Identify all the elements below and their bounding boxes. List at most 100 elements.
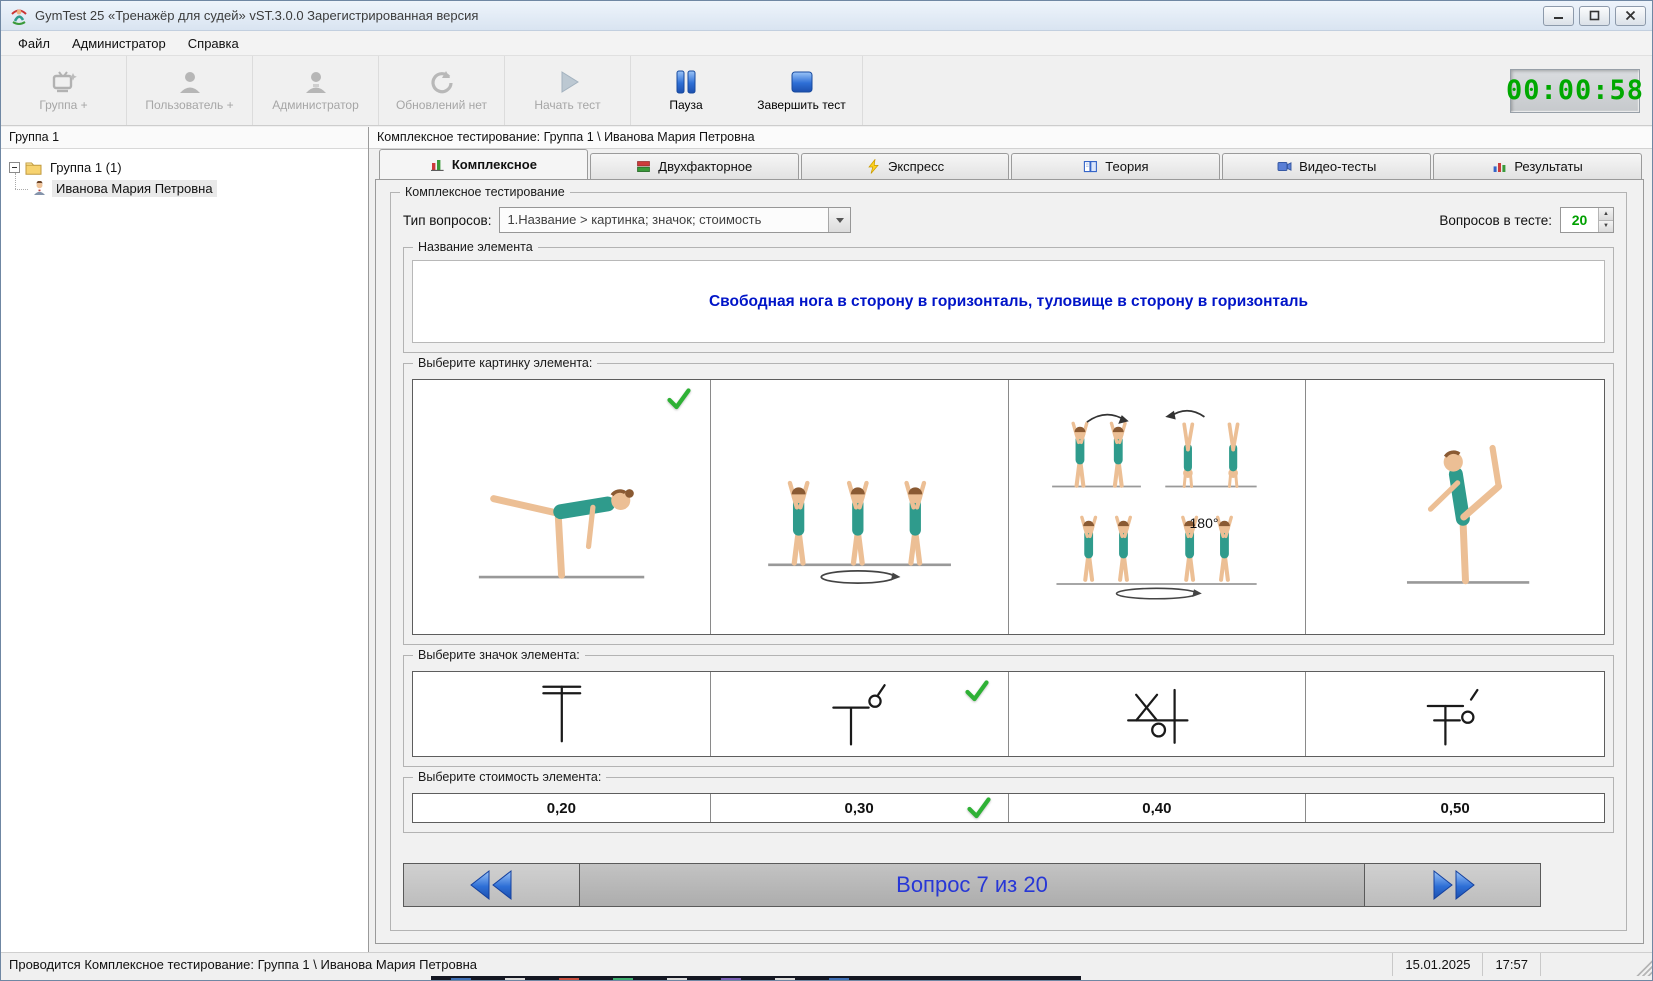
- value-option-1[interactable]: 0,20: [413, 794, 711, 822]
- resize-grip[interactable]: [1636, 953, 1652, 976]
- status-time: 17:57: [1482, 953, 1540, 976]
- app-window: GymTest 25 «Тренажёр для судей» vST.3.0.…: [0, 0, 1653, 981]
- maximize-button[interactable]: [1579, 6, 1610, 26]
- correct-check-icon: [964, 679, 990, 703]
- complex-test-icon: [430, 157, 445, 172]
- picture-options: 180°: [412, 379, 1605, 635]
- close-icon: [1625, 10, 1636, 21]
- tab-kompleksnoe[interactable]: Комплексное: [379, 149, 588, 179]
- status-filler: [1540, 953, 1636, 976]
- folder-icon: [25, 160, 42, 175]
- results-chart-icon: [1492, 159, 1507, 174]
- value-option-2[interactable]: 0,30: [711, 794, 1009, 822]
- app-icon: [9, 6, 29, 26]
- two-factor-icon: [636, 159, 651, 174]
- double-arrow-left-icon: [465, 868, 519, 902]
- main-panel: Комплексное тестирование: Группа 1 \ Ива…: [369, 127, 1652, 952]
- element-symbol-1: [521, 674, 601, 754]
- question-counter: Вопрос 7 из 20: [580, 864, 1364, 906]
- menu-administrator[interactable]: Администратор: [61, 33, 177, 54]
- user-add-button[interactable]: Пользователь +: [127, 56, 253, 125]
- picture-option-4[interactable]: [1306, 380, 1604, 634]
- picture-option-1[interactable]: [413, 380, 711, 634]
- pause-test-button[interactable]: Пауза: [631, 56, 741, 125]
- complex-testing-groupbox: Комплексное тестирование Тип вопросов: 1…: [390, 192, 1627, 931]
- spinner-up-button[interactable]: ▲: [1599, 208, 1613, 220]
- symbol-option-4[interactable]: [1306, 672, 1604, 756]
- tab-dvuhfaktornoe[interactable]: Двухфакторное: [590, 153, 799, 179]
- group-tree-panel: Группа 1 Группа 1 (1): [1, 127, 369, 952]
- user-add-icon: [177, 69, 203, 95]
- toolbar: Группа + Пользователь + Администратор Об…: [1, 56, 1652, 126]
- double-arrow-right-icon: [1426, 868, 1480, 902]
- picture-choice-groupbox: Выберите картинку элемента:: [403, 363, 1614, 645]
- question-count-spinner[interactable]: 20 ▲ ▼: [1560, 207, 1614, 233]
- picture-option-3[interactable]: 180°: [1009, 380, 1307, 634]
- gymnast-side-scale-image: [431, 388, 692, 627]
- prev-question-button[interactable]: [404, 864, 580, 906]
- tree-node-user[interactable]: Иванова Мария Петровна: [7, 178, 362, 199]
- start-test-button[interactable]: Начать тест: [505, 56, 631, 125]
- picture-option-2[interactable]: [711, 380, 1009, 634]
- play-icon: [555, 69, 581, 95]
- question-navigation: Вопрос 7 из 20: [403, 863, 1541, 907]
- rotation-degrees-label: 180°: [1190, 515, 1219, 531]
- updates-button[interactable]: Обновлений нет: [379, 56, 505, 125]
- finish-test-button[interactable]: Завершить тест: [741, 56, 863, 125]
- element-symbol-2: [819, 674, 899, 754]
- test-timer: 00:00:58: [1510, 69, 1640, 113]
- spinner-down-button[interactable]: ▼: [1599, 220, 1613, 233]
- symbol-options: [412, 671, 1605, 757]
- test-session-header: Комплексное тестирование: Группа 1 \ Ива…: [369, 127, 1652, 149]
- menu-file[interactable]: Файл: [7, 33, 61, 54]
- tree-node-group[interactable]: Группа 1 (1): [7, 157, 362, 178]
- administrator-button[interactable]: Администратор: [253, 56, 379, 125]
- tab-results[interactable]: Результаты: [1433, 153, 1642, 179]
- minimize-button[interactable]: [1543, 6, 1574, 26]
- stop-icon: [789, 69, 815, 95]
- pause-icon: [673, 69, 699, 95]
- value-option-3[interactable]: 0,40: [1009, 794, 1307, 822]
- element-name-panel: Свободная нога в сторону в горизонталь, …: [412, 260, 1605, 343]
- status-text: Проводится Комплексное тестирование: Гру…: [1, 957, 1392, 972]
- question-type-combobox[interactable]: 1.Название > картинка; значок; стоимость: [499, 207, 851, 233]
- question-type-row: Тип вопросов: 1.Название > картинка; зна…: [403, 207, 1614, 233]
- chevron-down-icon: [836, 218, 844, 223]
- tab-bar: Комплексное Двухфакторное Экспресс: [369, 149, 1652, 179]
- tab-teoria[interactable]: Теория: [1011, 153, 1220, 179]
- value-options: 0,20 0,30 0,40: [412, 793, 1605, 823]
- body: Группа 1 Группа 1 (1): [1, 127, 1652, 952]
- symbol-option-3[interactable]: [1009, 672, 1307, 756]
- symbol-option-2[interactable]: [711, 672, 1009, 756]
- value-option-4[interactable]: 0,50: [1306, 794, 1604, 822]
- titlebar: GymTest 25 «Тренажёр для судей» vST.3.0.…: [1, 1, 1652, 31]
- correct-check-icon: [666, 387, 692, 411]
- close-button[interactable]: [1615, 6, 1646, 26]
- questions-count-label: Вопросов в тесте:: [1439, 213, 1552, 228]
- administrator-icon: [303, 69, 329, 95]
- correct-check-icon: [966, 796, 992, 820]
- value-choice-groupbox: Выберите стоимость элемента: 0,20 0,30: [403, 777, 1614, 833]
- background-taskbar-sliver: [431, 976, 1081, 980]
- tree-panel-header: Группа 1: [1, 127, 368, 149]
- question-type-label: Тип вопросов:: [403, 213, 491, 228]
- element-symbol-3: [1117, 674, 1197, 754]
- combo-dropdown-button[interactable]: [828, 208, 850, 232]
- minimize-icon: [1553, 10, 1564, 21]
- book-icon: [1083, 159, 1098, 174]
- tab-video-tests[interactable]: Видео-тесты: [1222, 153, 1431, 179]
- status-date: 15.01.2025: [1392, 953, 1482, 976]
- menu-help[interactable]: Справка: [177, 33, 250, 54]
- next-question-button[interactable]: [1364, 864, 1540, 906]
- tab-express[interactable]: Экспресс: [801, 153, 1010, 179]
- element-name-text: Свободная нога в сторону в горизонталь, …: [679, 293, 1338, 311]
- tree-expander-icon[interactable]: [9, 162, 20, 173]
- gymnast-vertical-hold-image: [1324, 388, 1586, 627]
- symbol-choice-groupbox: Выберите значок элемента:: [403, 655, 1614, 767]
- maximize-icon: [1589, 10, 1600, 21]
- symbol-option-1[interactable]: [413, 672, 711, 756]
- element-name-groupbox: Название элемента Свободная нога в сторо…: [403, 247, 1614, 353]
- menubar: Файл Администратор Справка: [1, 31, 1652, 56]
- refresh-icon: [428, 69, 456, 95]
- group-add-button[interactable]: Группа +: [1, 56, 127, 125]
